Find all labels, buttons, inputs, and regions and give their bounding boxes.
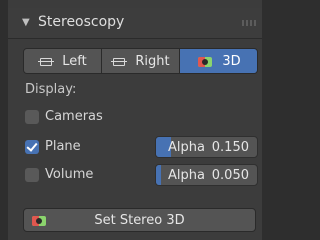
volume-label[interactable]: Volume — [45, 167, 93, 182]
right-eye-label: Right — [135, 53, 170, 69]
volume-alpha-label: Alpha — [168, 168, 205, 183]
right-eye-button[interactable]: Right — [102, 49, 180, 73]
3d-button[interactable]: 3D — [180, 49, 257, 73]
3d-label: 3D — [222, 53, 241, 69]
cameras-row: Cameras — [25, 106, 258, 128]
camera-icon — [38, 55, 55, 67]
plane-alpha-label: Alpha — [168, 140, 205, 155]
volume-alpha-value: 0.050 — [211, 168, 249, 183]
camera-icon — [111, 55, 128, 67]
cameras-checkbox[interactable] — [25, 110, 39, 124]
drag-grip-icon[interactable] — [242, 20, 256, 26]
panel-header[interactable]: ▼ Stereoscopy — [8, 8, 262, 39]
plane-alpha-slider[interactable]: Alpha 0.150 — [155, 136, 258, 158]
stereo-camera-icon — [30, 213, 48, 227]
left-eye-button[interactable]: Left — [24, 49, 102, 73]
eye-selector: Left Right 3D — [23, 48, 258, 74]
plane-checkbox[interactable] — [25, 140, 39, 154]
plane-alpha-value: 0.150 — [211, 140, 249, 155]
stereoscopy-panel: ▼ Stereoscopy Left Right 3D Display: Cam… — [8, 0, 262, 240]
volume-checkbox[interactable] — [25, 168, 39, 182]
plane-row: Plane Alpha 0.150 — [25, 136, 258, 158]
set-stereo-3d-button[interactable]: Set Stereo 3D — [23, 208, 256, 232]
collapse-arrow-icon[interactable]: ▼ — [22, 17, 30, 28]
set-stereo-3d-label: Set Stereo 3D — [94, 212, 185, 228]
panel-title: Stereoscopy — [38, 14, 125, 30]
left-eye-label: Left — [62, 53, 87, 69]
cameras-label[interactable]: Cameras — [45, 109, 103, 124]
volume-row: Volume Alpha 0.050 — [25, 164, 258, 186]
display-label: Display: — [25, 82, 77, 97]
stereo-camera-icon — [196, 54, 214, 68]
plane-label[interactable]: Plane — [45, 139, 81, 154]
volume-alpha-fill — [156, 165, 162, 185]
volume-alpha-slider[interactable]: Alpha 0.050 — [155, 164, 258, 186]
